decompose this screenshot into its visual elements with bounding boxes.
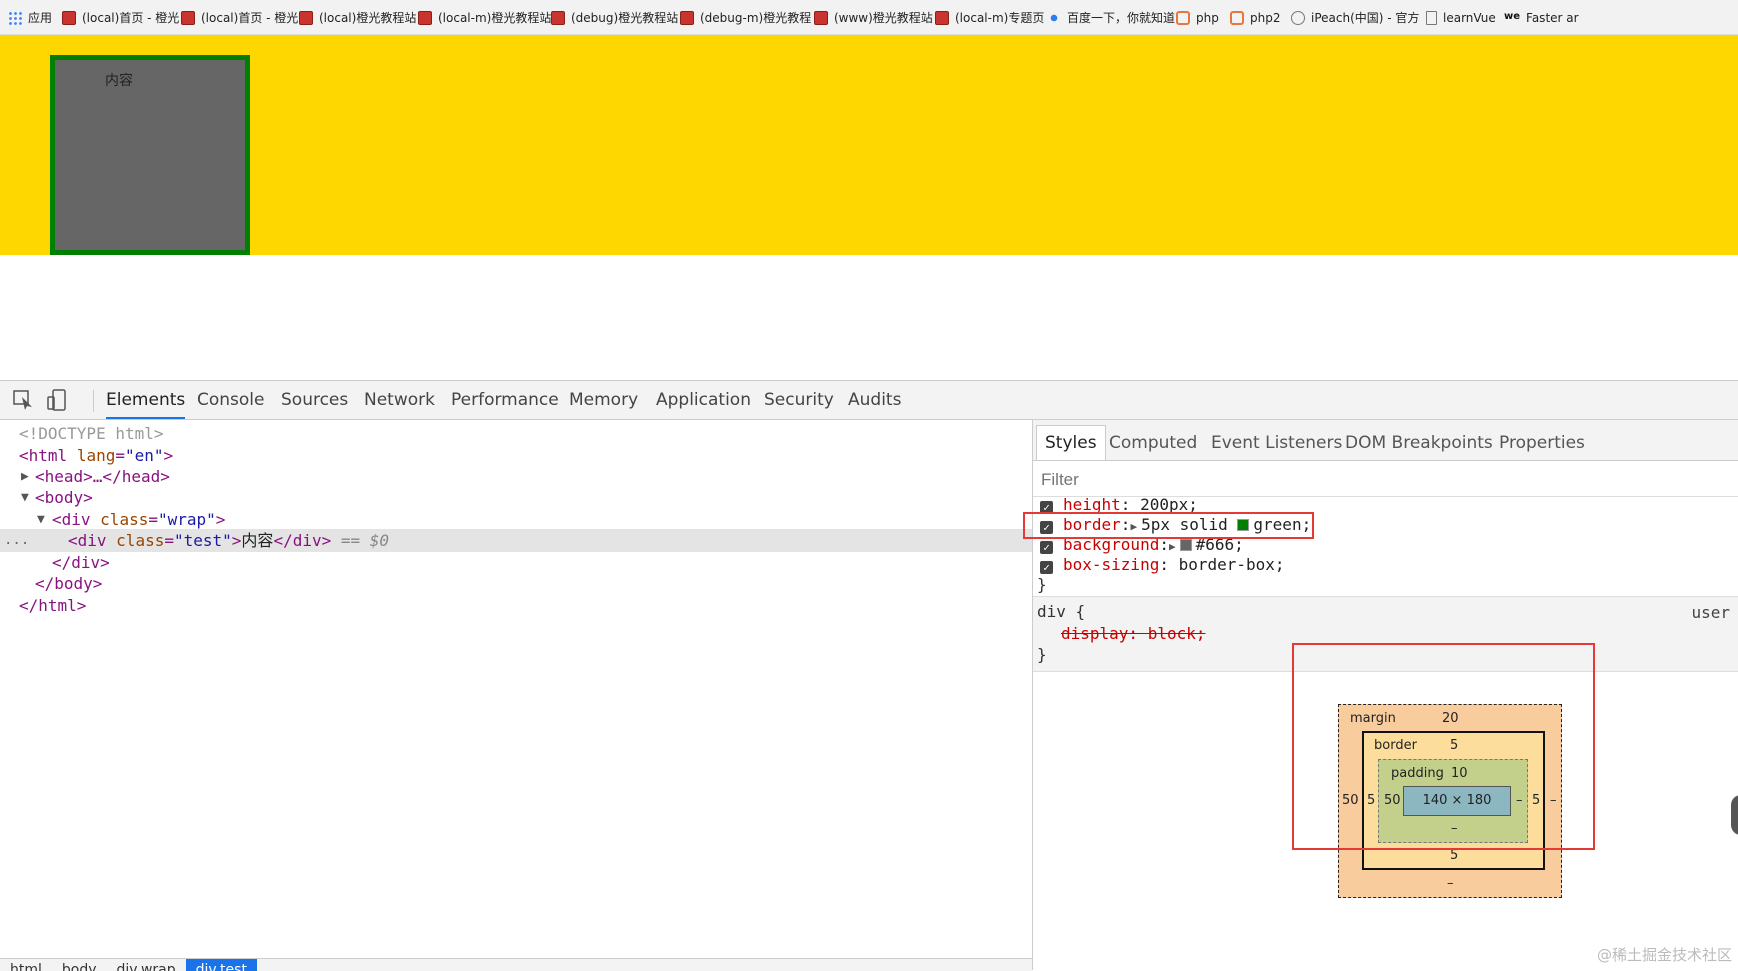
bookmark-item[interactable]: php <box>1176 9 1219 26</box>
site-icon <box>181 10 195 25</box>
doc-icon <box>1426 10 1437 25</box>
page-viewport: 内容 <box>0 35 1738 380</box>
style-prop-box-sizing[interactable]: ✓ box-sizing: border-box; <box>1040 554 1285 576</box>
expand-triangle-icon[interactable]: ▶ <box>21 465 29 488</box>
rule-close-brace: } <box>1037 575 1047 594</box>
collapse-triangle-icon[interactable]: ▼ <box>37 508 45 531</box>
dom-body-close[interactable]: </body> <box>0 572 1032 595</box>
device-toolbar-icon[interactable] <box>46 389 70 411</box>
test-div: 内容 <box>50 55 250 255</box>
bookmark-item[interactable]: (local)首页 - 橙光 <box>181 9 298 26</box>
tab-elements[interactable]: Elements <box>106 381 186 419</box>
we-icon: we <box>1504 10 1521 22</box>
tab-properties[interactable]: Properties <box>1499 426 1585 460</box>
test-div-text: 内容 <box>105 73 133 89</box>
tab-event-listeners[interactable]: Event Listeners <box>1211 426 1342 460</box>
bookmark-item[interactable]: iPeach(中国) - 官方 <box>1291 9 1419 26</box>
tab-dom-breakpoints[interactable]: DOM Breakpoints <box>1345 426 1493 460</box>
inspect-element-icon[interactable] <box>12 389 36 411</box>
bookmark-item[interactable]: we Faster ar <box>1504 9 1579 26</box>
checkbox-checked-icon[interactable]: ✓ <box>1040 541 1053 554</box>
bookmark-item[interactable]: php2 <box>1230 9 1280 26</box>
border-bottom-value[interactable]: 5 <box>1450 848 1458 863</box>
ua-selector[interactable]: div { <box>1037 601 1085 623</box>
annotation-highlight-box-model <box>1292 643 1595 850</box>
baidu-icon <box>1047 10 1061 25</box>
bookmark-apps[interactable]: 应用 <box>8 9 52 26</box>
tab-sources[interactable]: Sources <box>281 381 348 419</box>
tab-network[interactable]: Network <box>364 381 435 419</box>
bookmark-item[interactable]: (debug)橙光教程站 <box>551 9 678 26</box>
tab-memory[interactable]: Memory <box>569 381 638 419</box>
side-scroll-handle[interactable] <box>1731 795 1738 835</box>
collapse-triangle-icon[interactable]: ▼ <box>21 486 29 509</box>
breadcrumb: html body div.wrap div.test <box>0 958 1032 971</box>
bookmarks-bar: 应用 (local)首页 - 橙光 (local)首页 - 橙光 (local)… <box>0 0 1738 35</box>
apps-icon <box>8 10 22 25</box>
ua-origin-label: user <box>1691 603 1730 622</box>
ua-close-brace: } <box>1037 645 1047 664</box>
color-swatch-gray[interactable] <box>1179 539 1192 551</box>
dom-div-wrap[interactable]: ▼ <div class="wrap"> <box>0 508 1032 531</box>
dom-html-close[interactable]: </html> <box>0 594 1032 617</box>
tab-audits[interactable]: Audits <box>848 381 901 419</box>
tab-console[interactable]: Console <box>197 381 265 419</box>
breadcrumb-div-wrap[interactable]: div.wrap <box>107 959 186 971</box>
bookmark-item[interactable]: (debug-m)橙光教程 <box>680 9 811 26</box>
bookmark-item[interactable]: learnVue <box>1426 9 1496 26</box>
dom-div-test-selected[interactable]: ... <div class="test">内容</div> == $0 <box>0 529 1032 552</box>
margin-bottom-value[interactable]: – <box>1447 876 1454 891</box>
dom-div-close[interactable]: </div> <box>0 551 1032 574</box>
dom-tree: <!DOCTYPE html> <html lang="en"> ▶ <head… <box>0 420 1032 932</box>
php-icon <box>1230 10 1244 25</box>
annotation-highlight-box-sizing <box>1023 512 1314 539</box>
site-icon <box>299 10 313 25</box>
site-icon <box>814 10 828 25</box>
dom-html[interactable]: <html lang="en"> <box>0 444 1032 467</box>
ipeach-icon <box>1291 10 1305 25</box>
ua-prop-display: display: block; <box>1061 624 1206 643</box>
tab-application[interactable]: Application <box>656 381 751 419</box>
wrap-div: 内容 <box>0 35 1738 255</box>
styles-tabs: Styles Computed Event Listeners DOM Brea… <box>1033 420 1738 461</box>
watermark: @稀土掘金技术社区 <box>1596 946 1732 964</box>
bookmark-item[interactable]: 百度一下，你就知道 <box>1047 9 1175 26</box>
site-icon <box>62 10 76 25</box>
site-icon <box>551 10 565 25</box>
tab-performance[interactable]: Performance <box>451 381 559 419</box>
bookmark-item[interactable]: (www)橙光教程站 <box>814 9 933 26</box>
expand-arrow-icon[interactable]: ▶ <box>1169 540 1176 553</box>
dom-doctype[interactable]: <!DOCTYPE html> <box>0 422 1032 445</box>
tab-security[interactable]: Security <box>764 381 834 419</box>
tab-styles[interactable]: Styles <box>1036 425 1106 460</box>
devtools-toolbar: Elements Console Sources Network Perform… <box>0 381 1738 420</box>
checkbox-checked-icon[interactable]: ✓ <box>1040 561 1053 574</box>
site-icon <box>935 10 949 25</box>
styles-filter-input[interactable] <box>1039 464 1733 496</box>
bookmark-item[interactable]: (local-m)专题页 <box>935 9 1044 26</box>
site-icon <box>680 10 694 25</box>
bookmark-item[interactable]: (local)首页 - 橙光 <box>62 9 179 26</box>
bookmark-item[interactable]: (local-m)橙光教程站 <box>418 9 551 26</box>
php-icon <box>1176 10 1190 25</box>
more-options-icon[interactable]: ... <box>4 529 29 552</box>
dom-body[interactable]: ▼ <body> <box>0 486 1032 509</box>
tab-computed[interactable]: Computed <box>1109 426 1197 460</box>
site-icon <box>418 10 432 25</box>
breadcrumb-html[interactable]: html <box>0 959 52 971</box>
toolbar-separator <box>93 390 94 412</box>
dom-head[interactable]: ▶ <head>…</head> <box>0 465 1032 488</box>
breadcrumb-body[interactable]: body <box>52 959 107 971</box>
breadcrumb-div-test[interactable]: div.test <box>185 959 257 971</box>
bookmark-item[interactable]: (local)橙光教程站 <box>299 9 416 26</box>
